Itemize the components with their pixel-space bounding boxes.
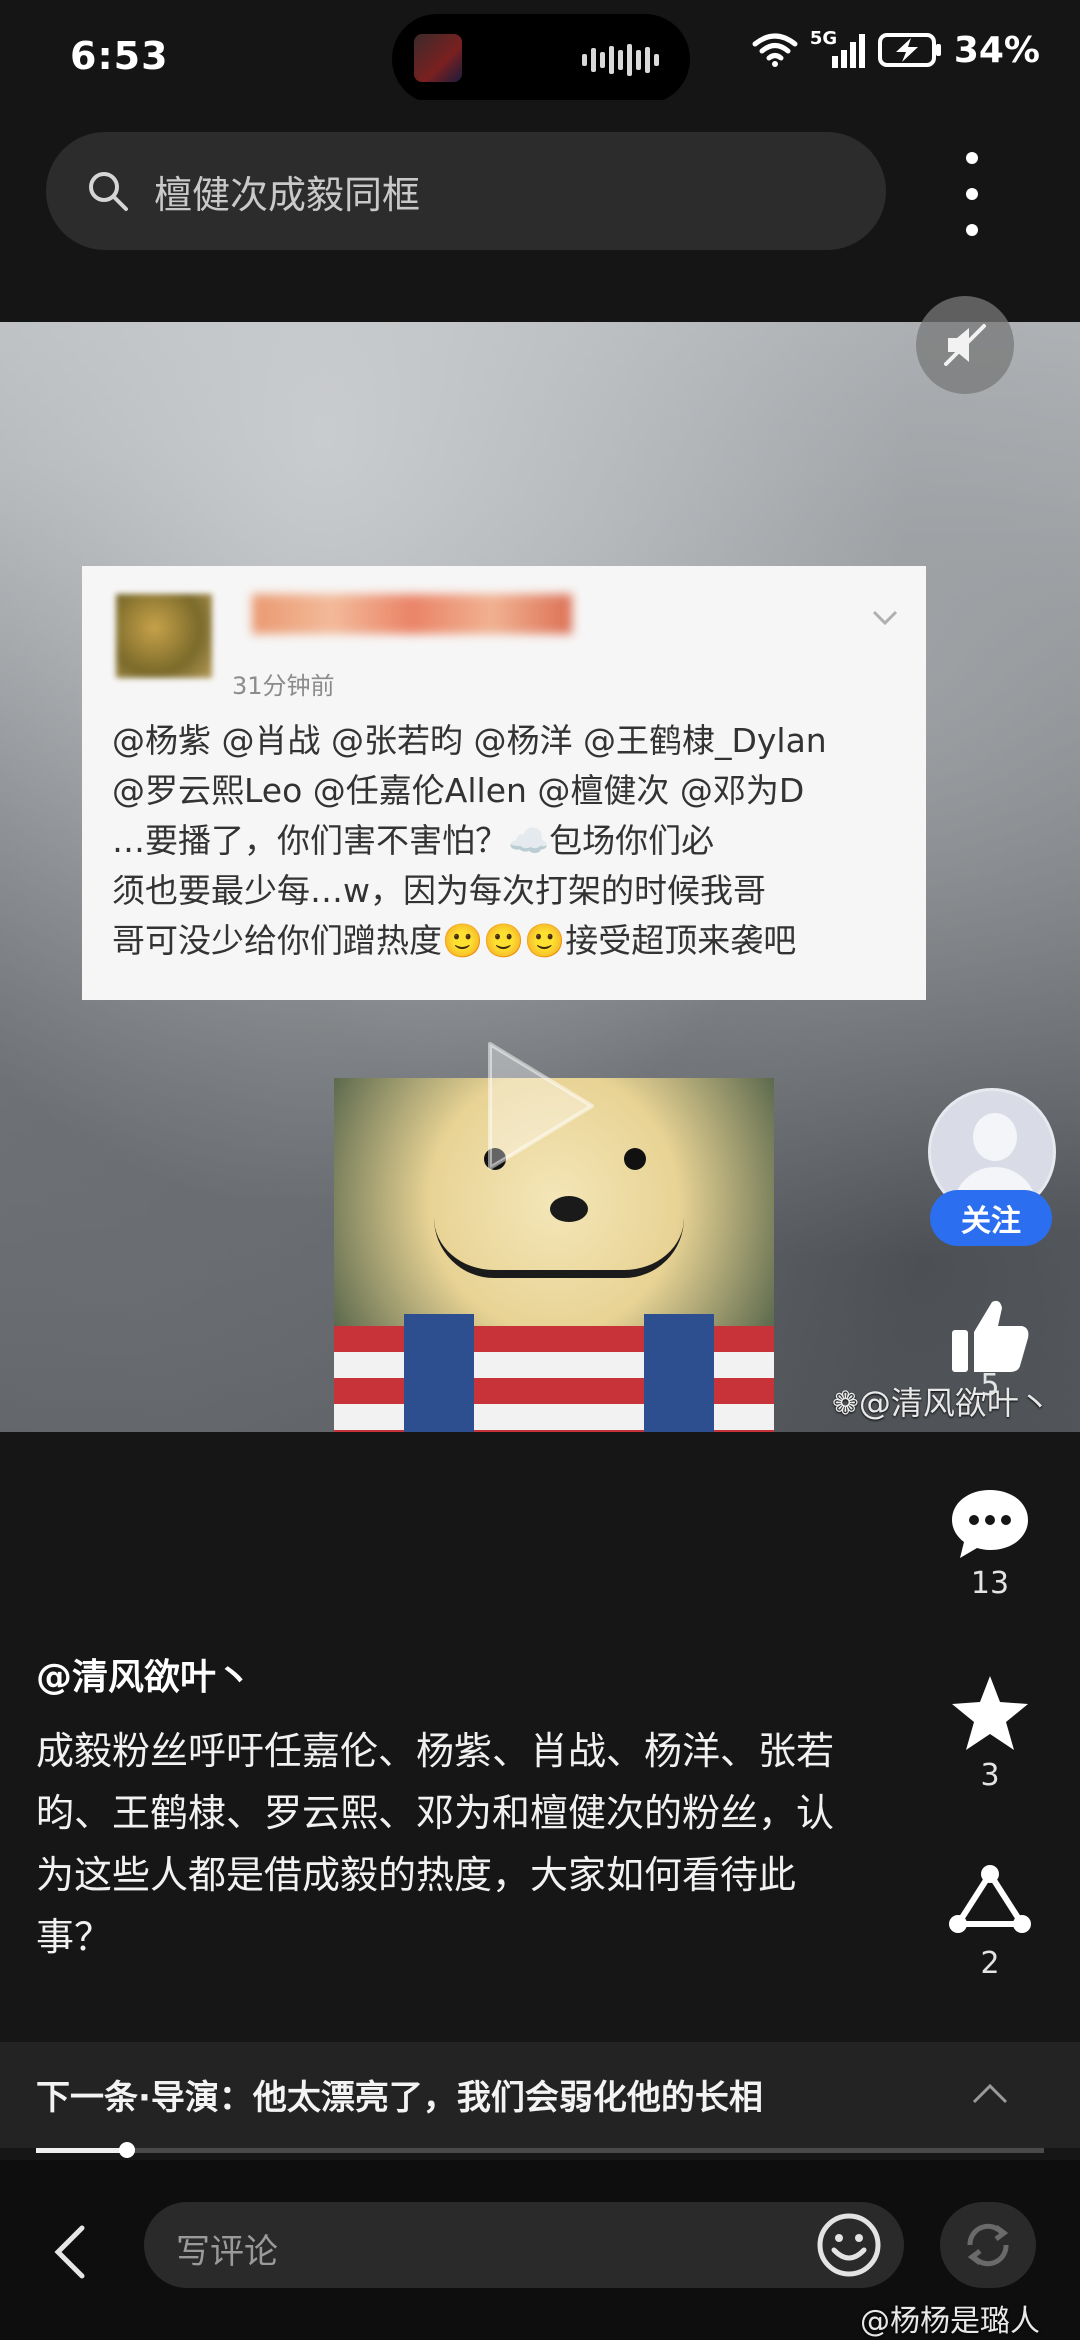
avatar-head — [973, 1113, 1017, 1161]
star-icon — [952, 1676, 1028, 1750]
share-count: 2 — [980, 1946, 1000, 1981]
more-dot-icon — [966, 152, 978, 164]
dynamic-island[interactable] — [392, 14, 690, 104]
emoji-icon[interactable] — [816, 2212, 882, 2278]
favorite-count: 3 — [980, 1758, 1000, 1793]
status-bar: 6:53 5G 34% — [0, 0, 1080, 104]
audio-wave-icon — [582, 44, 659, 76]
chevron-up-icon[interactable] — [970, 2082, 1010, 2106]
now-playing-thumbnail — [414, 34, 462, 82]
speaker-muted-icon — [944, 324, 986, 366]
blurred-username — [252, 594, 572, 634]
author-name[interactable]: @清风欲叶丶 — [36, 1648, 252, 1700]
blurred-avatar — [116, 594, 212, 678]
post-caption: 成毅粉丝呼吁任嘉伦、杨紫、肖战、杨洋、张若昀、王鹤棣、罗云熙、邓为和檀健次的粉丝… — [36, 1729, 835, 1959]
signal-bars-icon — [831, 34, 865, 68]
video-progress-bar[interactable] — [36, 2142, 1044, 2158]
status-indicators: 5G 34% — [752, 28, 1040, 72]
follow-button[interactable]: 关注 — [930, 1190, 1052, 1246]
next-video-bar[interactable]: 下一条·导演：他太漂亮了，我们会弱化他的长相 — [0, 2042, 1080, 2148]
page-watermark: @杨杨是璐人 — [860, 2304, 1040, 2339]
search-query: 檀健次成毅同框 — [154, 172, 421, 217]
comment-placeholder: 写评论 — [176, 2232, 278, 2272]
favorite-button[interactable]: 3 — [940, 1674, 1040, 1793]
plush-strap — [404, 1314, 474, 1432]
post-line: 哥可没少给你们蹭热度🙂🙂🙂接受超顶来袭吧 — [112, 921, 797, 960]
share-button[interactable]: 2 — [940, 1862, 1040, 1981]
comment-button[interactable]: 13 — [940, 1486, 1040, 1601]
back-arrow-icon[interactable] — [50, 2222, 90, 2282]
progress-fill — [36, 2148, 127, 2153]
post-body: @杨紫 @肖战 @张若昀 @杨洋 @王鹤棣_Dylan @罗云熙Leo @任嘉伦… — [112, 716, 912, 966]
search-header: 檀健次成毅同框 — [0, 100, 1080, 322]
chevron-down-icon — [872, 610, 898, 626]
plush-strap — [644, 1314, 714, 1432]
comment-bubble-icon — [952, 1490, 1028, 1558]
status-time: 6:53 — [70, 34, 169, 78]
post-line: @罗云熙Leo @任嘉伦Allen @檀健次 @邓为D — [112, 771, 805, 810]
play-icon[interactable] — [480, 1036, 600, 1176]
more-dot-icon — [966, 188, 978, 200]
post-time: 31分钟前 — [232, 672, 335, 700]
more-dot-icon — [966, 224, 978, 236]
plush-eye — [624, 1148, 646, 1170]
comment-input[interactable]: 写评论 — [144, 2202, 904, 2288]
weibo-post-screenshot: 31分钟前 @杨紫 @肖战 @张若昀 @杨洋 @王鹤棣_Dylan @罗云熙Le… — [82, 566, 926, 1000]
battery-charging-icon — [877, 33, 941, 67]
next-video-title: 下一条·导演：他太漂亮了，我们会弱化他的长相 — [36, 2078, 763, 2118]
thumbs-up-icon — [952, 1300, 1029, 1372]
plush-mouth — [434, 1218, 684, 1278]
mute-button[interactable] — [916, 296, 1014, 394]
battery-percentage: 34% — [953, 29, 1040, 71]
repost-icon — [967, 2223, 1009, 2267]
like-button[interactable]: 5 — [940, 1296, 1040, 1403]
search-input[interactable]: 檀健次成毅同框 — [46, 132, 886, 250]
weibo-logo-icon: ❁ — [832, 1384, 859, 1422]
share-nodes-icon — [949, 1865, 1031, 1933]
cellular-signal: 5G — [810, 28, 866, 70]
repost-button[interactable] — [940, 2202, 1036, 2288]
wifi-icon — [752, 33, 798, 67]
post-line: @杨紫 @肖战 @张若昀 @杨洋 @王鹤棣_Dylan — [112, 721, 827, 760]
more-options-button[interactable] — [950, 152, 994, 236]
search-icon — [89, 172, 128, 211]
comment-count: 13 — [970, 1566, 1010, 1601]
post-line: 须也要最少每…w，因为每次打架的时候我哥 — [112, 871, 766, 910]
post-line: …要播了，你们害不害怕？☁️包场你们必 — [112, 821, 715, 860]
like-count: 5 — [980, 1368, 1000, 1403]
progress-handle[interactable] — [118, 2142, 135, 2158]
